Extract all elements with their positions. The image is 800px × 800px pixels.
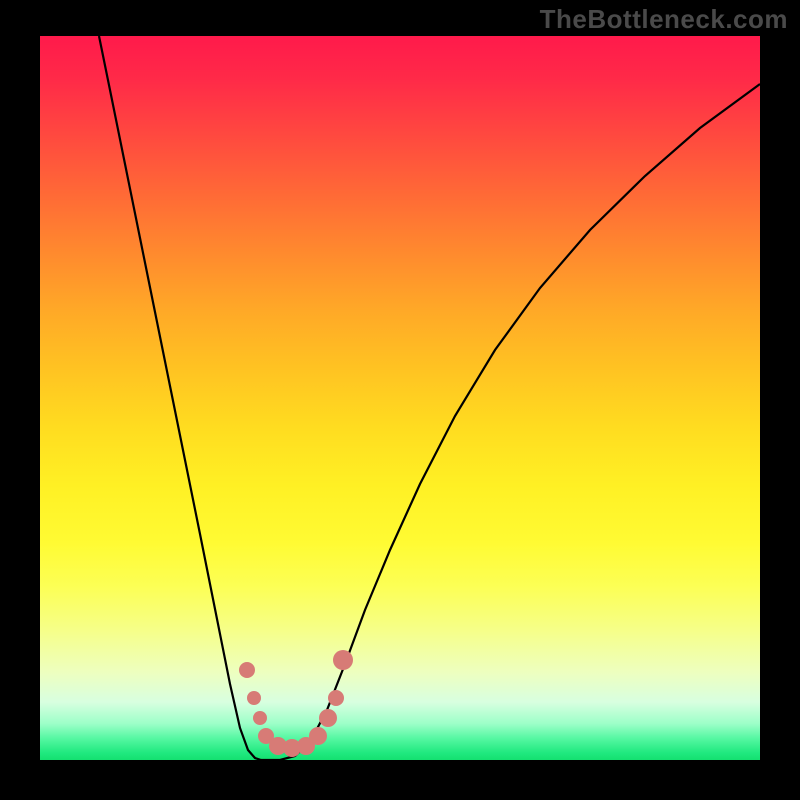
marker-dot (319, 709, 337, 727)
marker-dot (333, 650, 353, 670)
marker-dot (239, 662, 255, 678)
curve-layer (40, 36, 760, 760)
marker-dot (253, 711, 267, 725)
chart-frame: TheBottleneck.com (0, 0, 800, 800)
curve-left-branch (99, 36, 270, 760)
marker-dot (328, 690, 344, 706)
watermark-text: TheBottleneck.com (540, 4, 788, 35)
marker-group (239, 650, 353, 757)
marker-dot (247, 691, 261, 705)
plot-area (40, 36, 760, 760)
marker-dot (309, 727, 327, 745)
